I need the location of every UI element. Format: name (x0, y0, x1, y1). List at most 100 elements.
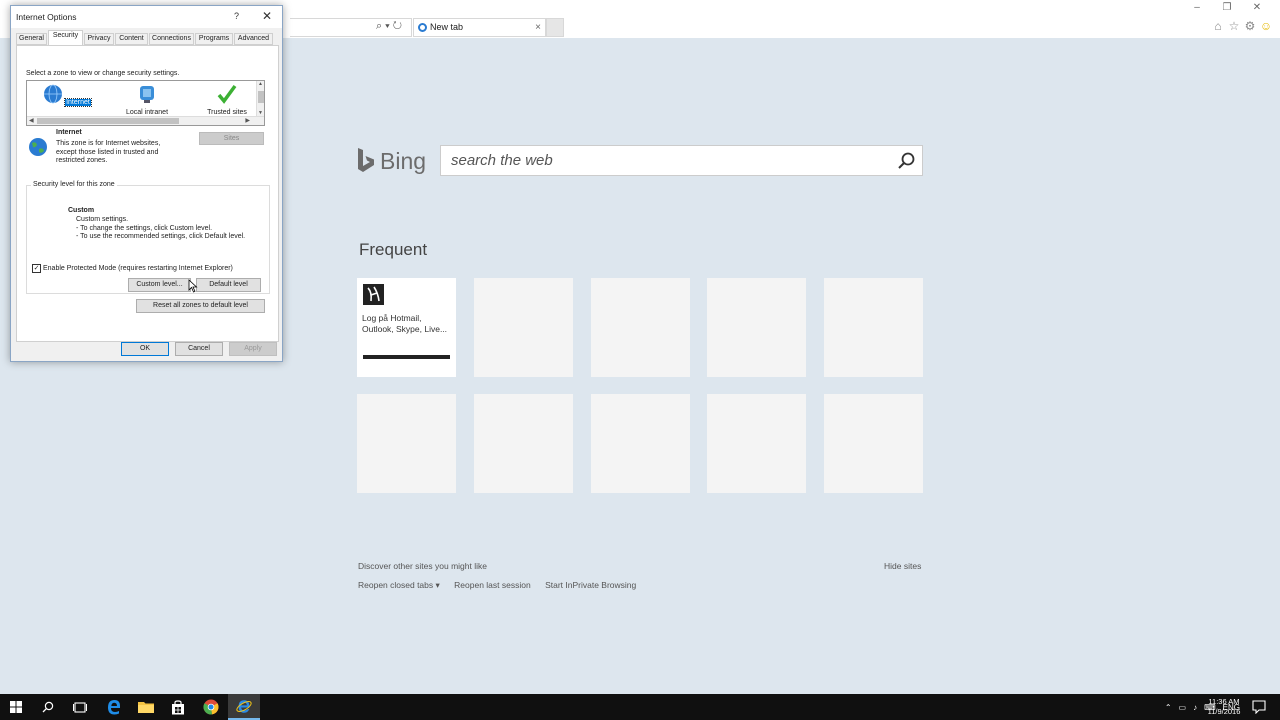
windows-logo-icon (10, 701, 22, 713)
close-icon[interactable]: ✕ (262, 9, 272, 23)
taskbar-internet-explorer[interactable] (228, 694, 260, 720)
security-level-legend: Security level for this zone (31, 181, 117, 188)
tab-general[interactable]: General (16, 33, 47, 45)
bing-wordmark: Bing (380, 147, 427, 174)
zone-local-intranet[interactable]: Local intranet (117, 84, 177, 116)
discover-sites-link[interactable]: Discover other sites you might like (358, 561, 487, 571)
intranet-globe-icon (140, 86, 154, 103)
tab-privacy[interactable]: Privacy (84, 33, 114, 45)
tile-label: Log på Hotmail, Outlook, Skype, Live... (362, 313, 448, 334)
frequent-tile-empty[interactable] (474, 278, 573, 377)
browser-toolbar: ⌂ ☆ ⚙ ☺ (1210, 19, 1274, 33)
scroll-thumb[interactable] (37, 118, 179, 124)
tab-connections[interactable]: Connections (149, 33, 194, 45)
dropdown-icon[interactable]: ▾ (385, 20, 393, 32)
taskbar-chrome[interactable] (195, 694, 227, 720)
zone-trusted-sites[interactable]: Trusted sites (197, 84, 257, 116)
clock-time: 11:36 AM (1208, 697, 1240, 706)
tab-security[interactable]: Security (48, 30, 83, 45)
volume-icon[interactable]: ♪ (1193, 703, 1197, 712)
custom-level-button[interactable]: Custom level... (128, 278, 191, 292)
frequent-tile-empty[interactable] (591, 278, 690, 377)
protected-mode-checkbox[interactable]: ✓ Enable Protected Mode (requires restar… (32, 264, 233, 273)
search-icon[interactable]: ⌕ (376, 20, 385, 32)
default-level-button[interactable]: Default level (196, 278, 261, 292)
internet-options-dialog: Internet Options ? ✕ General Security Pr… (10, 5, 283, 362)
scroll-right-icon[interactable]: ▶ (245, 117, 250, 124)
action-center-icon[interactable] (1252, 700, 1266, 714)
level-desc-line: Custom settings. (76, 216, 129, 223)
outlook-logo-icon (363, 284, 384, 305)
apply-button[interactable]: Apply (229, 342, 277, 356)
search-button[interactable] (32, 694, 64, 720)
globe-icon (44, 84, 63, 104)
frequent-tile-empty[interactable] (707, 394, 806, 493)
security-tab-panel: Select a zone to view or change security… (16, 45, 279, 342)
checkmark-icon (217, 84, 237, 104)
search-input[interactable] (441, 146, 881, 175)
network-icon[interactable]: ▭ (1179, 703, 1187, 712)
inprivate-browsing-link[interactable]: Start InPrivate Browsing (545, 580, 636, 590)
clock[interactable]: 11:36 AM 11/9/2016 (1204, 697, 1244, 717)
bottom-links: Reopen closed tabs ▾ Reopen last session… (358, 580, 648, 591)
cancel-button[interactable]: Cancel (175, 342, 223, 356)
close-icon[interactable]: ✕ (1242, 2, 1272, 13)
reopen-closed-tabs-link[interactable]: Reopen closed tabs ▾ (358, 580, 440, 590)
zone-list-vertical-scrollbar[interactable]: ▲ ▼ (256, 81, 264, 116)
frequent-heading: Frequent (359, 240, 428, 259)
search-icon[interactable] (896, 151, 916, 171)
scroll-thumb[interactable] (258, 91, 264, 103)
checkbox-check-icon[interactable]: ✓ (32, 264, 41, 273)
frequent-tile-empty[interactable] (474, 394, 573, 493)
task-view-button[interactable] (64, 694, 96, 720)
ie-favicon-icon (418, 23, 427, 32)
refresh-icon[interactable]: ↻ (393, 20, 405, 32)
restore-icon[interactable]: ❐ (1212, 2, 1242, 13)
tab-advanced[interactable]: Advanced (234, 33, 273, 45)
smiley-feedback-icon[interactable]: ☺ (1258, 19, 1274, 33)
selected-zone-name: Internet (56, 129, 82, 136)
reset-all-zones-button[interactable]: Reset all zones to default level (136, 299, 265, 313)
scroll-up-icon[interactable]: ▲ (258, 81, 263, 87)
taskbar-store[interactable] (162, 694, 194, 720)
tab-new-tab[interactable]: New tab × (413, 18, 546, 37)
hide-sites-link[interactable]: Hide sites (884, 561, 921, 571)
help-icon[interactable]: ? (234, 11, 239, 21)
tab-close-icon[interactable]: × (535, 19, 541, 36)
level-desc-line: - To use the recommended settings, click… (76, 233, 246, 240)
ok-button[interactable]: OK (121, 342, 169, 356)
favorites-star-icon[interactable]: ☆ (1226, 19, 1242, 33)
tab-title: New tab (430, 22, 464, 32)
taskbar-edge[interactable] (98, 694, 130, 720)
tab-programs[interactable]: Programs (195, 33, 233, 45)
clock-date: 11/9/2016 (1207, 707, 1241, 716)
gear-icon[interactable]: ⚙ (1242, 19, 1258, 33)
frequent-tile-empty[interactable] (824, 394, 923, 493)
dialog-title: Internet Options (16, 12, 77, 22)
address-bar-icons: ⌕▾↻ (376, 20, 405, 33)
dialog-titlebar[interactable]: Internet Options ? ✕ (11, 6, 282, 28)
store-bag-icon (172, 699, 184, 714)
frequent-tile-hotmail[interactable]: Log på Hotmail, Outlook, Skype, Live... (357, 278, 456, 377)
frequent-tile-empty[interactable] (824, 278, 923, 377)
globe-icon (29, 138, 47, 156)
zone-label: Local intranet (125, 109, 169, 116)
internet-explorer-icon (236, 700, 252, 713)
frequent-tile-empty[interactable] (357, 394, 456, 493)
zone-internet[interactable]: Internet (37, 84, 97, 107)
minimize-icon[interactable]: – (1182, 2, 1212, 13)
reopen-last-session-link[interactable]: Reopen last session (454, 580, 531, 590)
new-tab-button[interactable] (546, 18, 564, 37)
chevron-up-icon[interactable]: ⌃ (1165, 703, 1172, 712)
taskbar-file-explorer[interactable] (130, 694, 162, 720)
frequent-tile-empty[interactable] (591, 394, 690, 493)
start-button[interactable] (0, 694, 32, 720)
frequent-tile-empty[interactable] (707, 278, 806, 377)
tab-content[interactable]: Content (115, 33, 148, 45)
sites-button[interactable]: Sites (199, 132, 264, 145)
zone-list-horizontal-scrollbar[interactable]: ◀ ▶ (27, 116, 264, 125)
home-icon[interactable]: ⌂ (1210, 19, 1226, 33)
folder-icon (138, 702, 154, 713)
security-level-description: Custom settings. - To change the setting… (76, 216, 245, 242)
scroll-left-icon[interactable]: ◀ (29, 117, 34, 124)
